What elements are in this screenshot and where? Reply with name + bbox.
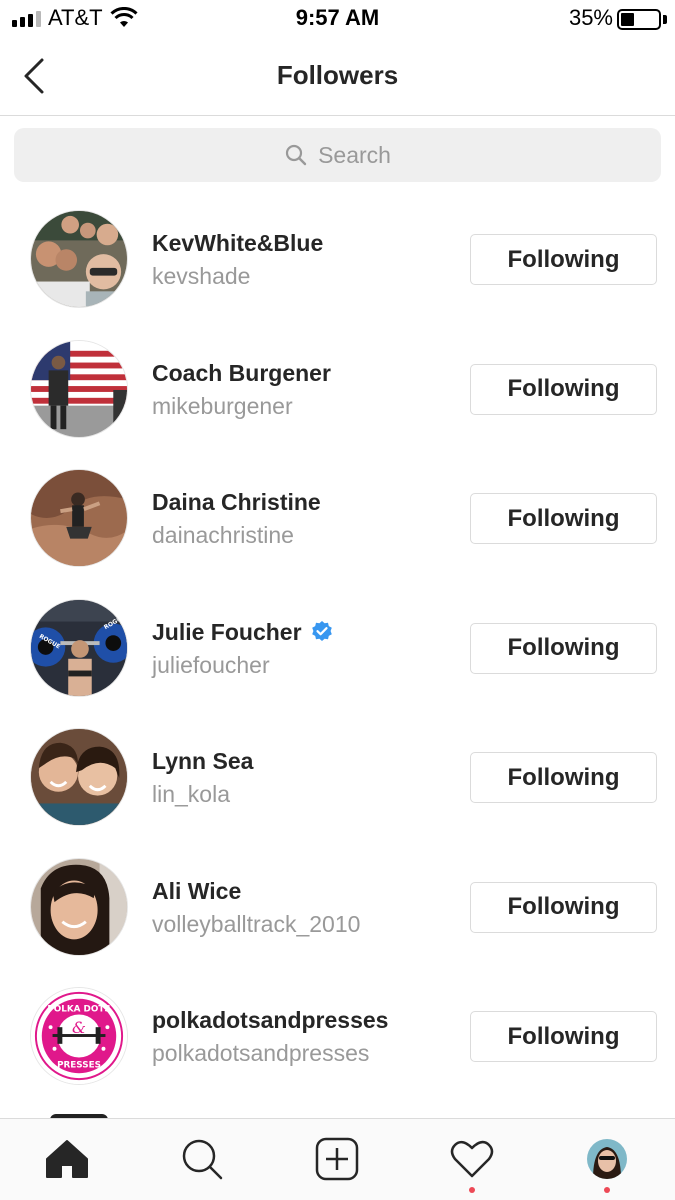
avatar[interactable] xyxy=(30,469,128,567)
name-line: Coach Burgener xyxy=(152,360,331,387)
name-line: polkadotsandpresses xyxy=(152,1007,388,1034)
username: mikeburgener xyxy=(152,392,293,419)
username: volleyballtrack_2010 xyxy=(152,910,361,937)
tab-bar xyxy=(0,1118,675,1200)
search-icon xyxy=(182,1139,223,1180)
following-button[interactable]: Following xyxy=(470,493,657,544)
portrait-photo xyxy=(31,858,127,955)
search-input[interactable]: Search xyxy=(14,128,661,182)
battery-icon xyxy=(617,9,661,30)
name-line: Lynn Sea xyxy=(152,748,253,775)
list-item: Ali Wice volleyballtrack_2010 Following xyxy=(0,842,675,972)
following-button[interactable]: Following xyxy=(470,881,657,933)
name-line: Ali Wice xyxy=(152,878,241,905)
weightlifting-photo: ROGUE ROGUE xyxy=(31,599,127,696)
battery-percent: 35% xyxy=(568,5,613,30)
tab-activity[interactable] xyxy=(448,1135,496,1183)
display-name[interactable]: polkadotsandpresses xyxy=(152,1007,388,1034)
following-button[interactable]: Following xyxy=(470,752,657,803)
avatar[interactable] xyxy=(30,339,128,438)
logo-bottom-text: PRESSES xyxy=(57,1060,101,1070)
status-bar: AT&T 9:57 AM 35% xyxy=(0,0,675,38)
list-item: Lynn Sea lin_kola Following xyxy=(0,712,675,842)
list-item: POLKA DOTS PRESSES & polkadotsandpresses… xyxy=(0,971,675,1101)
following-button[interactable]: Following xyxy=(470,234,657,285)
username: dainachristine xyxy=(152,522,294,548)
search-placeholder: Search xyxy=(318,141,391,168)
page-title: Followers xyxy=(276,60,399,90)
tab-profile[interactable] xyxy=(583,1135,631,1183)
list-item: Daina Christine dainachristine Following xyxy=(0,453,675,583)
activity-notification-dot xyxy=(469,1187,475,1193)
group-selfie-photo xyxy=(31,211,127,307)
polka-dots-logo: POLKA DOTS PRESSES & xyxy=(31,988,127,1084)
name-line: Julie Foucher xyxy=(152,619,334,646)
rocks-photo xyxy=(31,470,127,566)
name-line: Daina Christine xyxy=(152,489,321,516)
avatar[interactable]: POLKA DOTS PRESSES & xyxy=(30,987,128,1085)
add-post-icon xyxy=(315,1137,359,1181)
display-name[interactable]: Ali Wice xyxy=(152,878,241,905)
following-button[interactable]: Following xyxy=(470,1011,657,1062)
list-item: ROGUE ROGUE Julie Foucher juliefoucher F… xyxy=(0,583,675,713)
tab-new-post[interactable] xyxy=(313,1135,361,1183)
profile-avatar-icon xyxy=(587,1139,627,1179)
home-icon xyxy=(46,1140,88,1178)
tab-home[interactable] xyxy=(43,1135,91,1183)
profile-notification-dot xyxy=(604,1187,610,1193)
tab-search[interactable] xyxy=(178,1135,226,1183)
heart-icon xyxy=(450,1140,494,1178)
list-item: KevWhite&Blue kevshade Following xyxy=(0,194,675,324)
display-name[interactable]: Lynn Sea xyxy=(152,748,253,775)
logo-monogram: & xyxy=(72,1018,86,1037)
following-button[interactable]: Following xyxy=(470,363,657,415)
two-women-photo xyxy=(31,729,127,825)
name-line: KevWhite&Blue xyxy=(152,230,323,257)
username: juliefoucher xyxy=(152,651,270,678)
avatar[interactable]: ROGUE ROGUE xyxy=(30,598,128,697)
logo-top-text: POLKA DOTS xyxy=(47,1005,110,1015)
display-name[interactable]: Julie Foucher xyxy=(152,619,302,646)
following-button[interactable]: Following xyxy=(470,622,657,674)
display-name[interactable]: Coach Burgener xyxy=(152,360,331,387)
username: polkadotsandpresses xyxy=(152,1040,370,1066)
list-item: Coach Burgener mikeburgener Following xyxy=(0,324,675,454)
display-name[interactable]: KevWhite&Blue xyxy=(152,230,323,257)
username: lin_kola xyxy=(152,781,230,807)
avatar[interactable] xyxy=(30,210,128,308)
flag-photo xyxy=(31,340,127,437)
header: Followers xyxy=(0,38,675,116)
verified-badge-icon xyxy=(311,621,332,641)
battery-nub xyxy=(663,15,667,24)
search-icon xyxy=(285,144,307,166)
username: kevshade xyxy=(152,263,251,289)
avatar[interactable] xyxy=(30,728,128,826)
avatar[interactable] xyxy=(30,857,128,956)
display-name[interactable]: Daina Christine xyxy=(152,489,321,516)
